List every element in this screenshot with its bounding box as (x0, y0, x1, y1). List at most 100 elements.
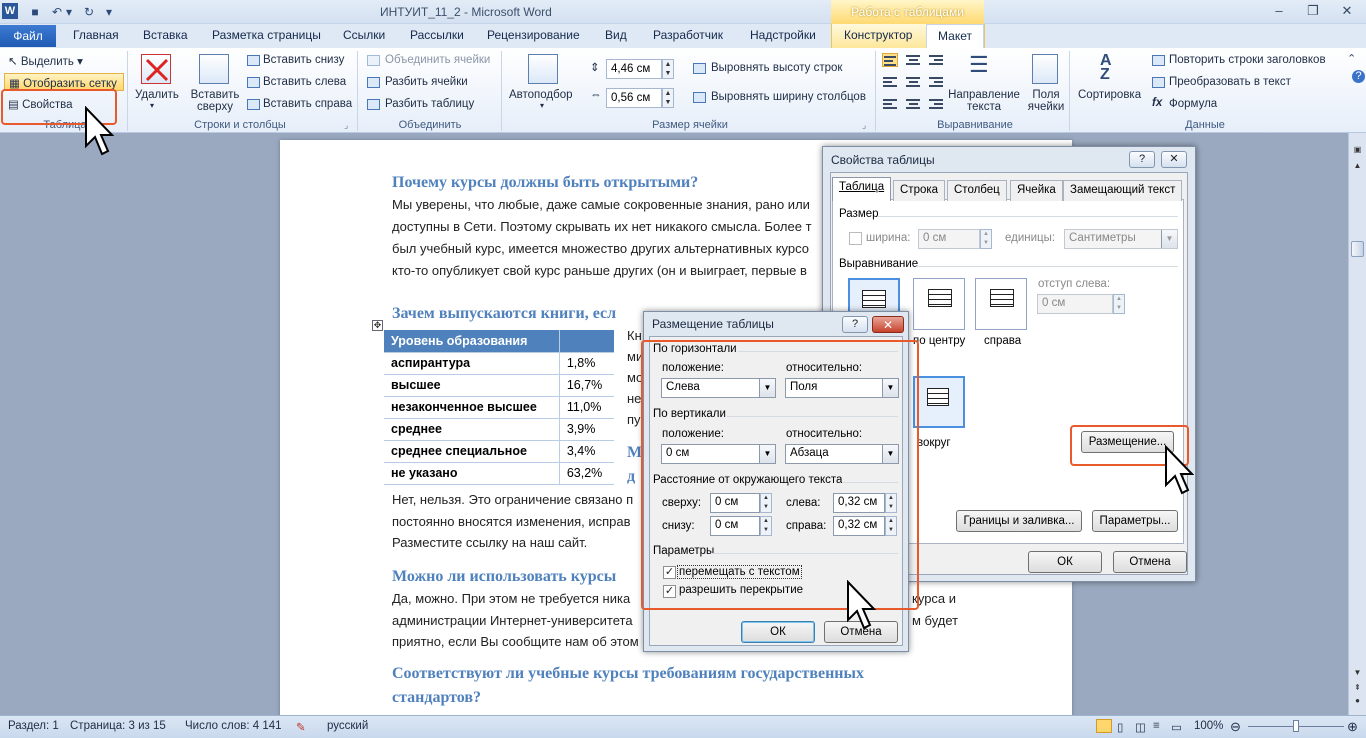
word-app-icon[interactable]: W (2, 3, 18, 19)
indent-spinner[interactable]: ▲ ▼ (1113, 294, 1125, 314)
zoom-out-icon[interactable]: ⊖ (1230, 719, 1241, 735)
col-width-input[interactable]: 0,56 см (606, 88, 662, 108)
align-center-option-icon[interactable] (913, 278, 965, 330)
sort-button[interactable]: Сортировка (1078, 89, 1141, 101)
status-page[interactable]: Страница: 3 из 15 (70, 720, 166, 732)
width-checkbox[interactable] (849, 232, 862, 245)
customize-qat-icon[interactable]: ▾ (102, 3, 116, 21)
align-bottom-left-icon[interactable] (882, 97, 898, 111)
text-direction-button[interactable]: Направление текста (948, 89, 1020, 113)
delete-table-icon[interactable] (141, 54, 171, 84)
insert-left-button[interactable]: Вставить слева (263, 76, 346, 88)
print-layout-icon[interactable] (1096, 719, 1112, 733)
zoom-in-icon[interactable]: ⊕ (1347, 719, 1358, 735)
rows-cols-launcher-icon[interactable]: ⌟ (344, 120, 348, 131)
dialog-close-button[interactable]: ✕ (872, 316, 904, 333)
zoom-level[interactable]: 100% (1194, 720, 1223, 732)
width-spinner[interactable]: ▲ ▼ (980, 229, 992, 249)
borders-shading-button[interactable]: Границы и заливка... (956, 510, 1082, 532)
ruler-toggle-icon[interactable]: ▣ (1352, 145, 1363, 156)
vertical-scrollbar[interactable]: ▣ ▲ ▼ ⇞ ● (1348, 133, 1366, 715)
tab-addins[interactable]: Надстройки (750, 28, 816, 42)
align-middle-left-icon[interactable] (882, 75, 898, 89)
col-width-spinner[interactable]: ▲ ▼ (662, 88, 674, 108)
web-layout-icon[interactable]: ◫ (1135, 720, 1146, 734)
align-bottom-center-icon[interactable] (905, 97, 921, 111)
distribute-rows-button[interactable]: Выровнять высоту строк (711, 62, 842, 74)
insert-above-icon[interactable] (199, 54, 229, 84)
collapse-ribbon-icon[interactable]: ⌃ (1347, 52, 1356, 65)
props-ok-button[interactable]: ОК (1028, 551, 1102, 573)
tab-home[interactable]: Главная (73, 28, 119, 42)
align-bottom-right-icon[interactable] (928, 97, 944, 111)
dialog-help-button[interactable]: ? (1129, 151, 1155, 168)
zoom-slider-thumb[interactable] (1293, 720, 1299, 732)
tab-page-layout[interactable]: Разметка страницы (212, 28, 321, 42)
save-icon[interactable]: ■ (26, 3, 44, 21)
table-move-handle-icon[interactable]: ✥ (372, 320, 383, 331)
tab-cell[interactable]: Ячейка (1010, 180, 1063, 201)
tab-design[interactable]: Конструктор (844, 28, 912, 42)
merge-cells-button[interactable]: Объединить ячейки (385, 54, 490, 66)
outline-view-icon[interactable]: ≡ (1153, 720, 1160, 732)
autofit-icon[interactable] (528, 54, 558, 84)
reading-layout-icon[interactable]: ▯ (1117, 720, 1123, 734)
draft-view-icon[interactable]: ▭ (1171, 720, 1182, 734)
prev-page-icon[interactable]: ⇞ (1352, 683, 1363, 692)
props-cancel-button[interactable]: Отмена (1113, 551, 1187, 573)
undo-dropdown-icon[interactable]: ▾ (64, 3, 74, 21)
tab-review[interactable]: Рецензирование (487, 28, 580, 42)
redo-icon[interactable]: ↻ (80, 3, 98, 21)
tab-column[interactable]: Столбец (947, 180, 1007, 201)
education-table[interactable]: Уровень образования аспирантура 1,8% высш… (384, 330, 614, 485)
restore-icon[interactable]: ❐ (1300, 2, 1326, 20)
tab-view[interactable]: Вид (605, 28, 627, 42)
cell-margins-button[interactable]: Поля ячейки (1024, 89, 1068, 113)
scroll-thumb[interactable] (1351, 241, 1364, 257)
cell-margins-icon[interactable] (1032, 54, 1058, 84)
options-button[interactable]: Параметры... (1092, 510, 1178, 532)
units-select[interactable]: Сантиметры ▼ (1064, 229, 1178, 249)
scroll-up-icon[interactable]: ▲ (1352, 161, 1363, 170)
formula-button[interactable]: Формула (1169, 98, 1217, 110)
autofit-button[interactable]: Автоподбор (509, 89, 573, 101)
minimize-icon[interactable]: – (1266, 2, 1292, 20)
align-top-right-icon[interactable] (928, 53, 944, 67)
tab-mailings[interactable]: Рассылки (410, 28, 464, 42)
select-button[interactable]: ↖ Выделить ▾ (8, 54, 83, 68)
status-section[interactable]: Раздел: 1 (8, 720, 59, 732)
scroll-down-icon[interactable]: ▼ (1352, 668, 1363, 677)
align-top-center-icon[interactable] (905, 53, 921, 67)
indent-input[interactable]: 0 см (1037, 294, 1113, 314)
align-middle-center-icon[interactable] (905, 75, 921, 89)
split-table-button[interactable]: Разбить таблицу (385, 98, 474, 110)
insert-right-button[interactable]: Вставить справа (263, 98, 352, 110)
tab-insert[interactable]: Вставка (143, 28, 188, 42)
split-cells-button[interactable]: Разбить ячейки (385, 76, 468, 88)
convert-text-button[interactable]: Преобразовать в текст (1169, 76, 1291, 88)
tab-alt-text[interactable]: Замещающий текст (1063, 180, 1183, 201)
place-ok-button[interactable]: ОК (741, 621, 815, 643)
align-right-option-icon[interactable] (975, 278, 1027, 330)
width-input[interactable]: 0 см (918, 229, 980, 249)
dialog-help-button[interactable]: ? (842, 316, 868, 333)
row-height-spinner[interactable]: ▲ ▼ (662, 59, 674, 79)
tab-row[interactable]: Строка (893, 180, 946, 201)
repeat-header-button[interactable]: Повторить строки заголовков (1169, 54, 1326, 66)
align-middle-right-icon[interactable] (928, 75, 944, 89)
proofing-icon[interactable]: ✎ (296, 720, 306, 734)
row-height-input[interactable]: 4,46 см (606, 59, 662, 79)
tab-layout[interactable]: Макет (926, 24, 984, 48)
insert-above-button[interactable]: Вставить сверху (190, 89, 240, 113)
status-language[interactable]: русский (327, 720, 368, 732)
close-window-icon[interactable]: ✕ (1334, 2, 1360, 20)
tab-references[interactable]: Ссылки (343, 28, 385, 42)
distribute-cols-button[interactable]: Выровнять ширину столбцов (711, 91, 866, 103)
insert-below-button[interactable]: Вставить снизу (263, 54, 344, 66)
align-top-left-icon[interactable] (882, 53, 898, 67)
cell-size-launcher-icon[interactable]: ⌟ (862, 120, 866, 131)
browse-object-icon[interactable]: ● (1352, 696, 1363, 705)
delete-button[interactable]: Удалить (135, 89, 179, 101)
wrap-around-option-icon[interactable] (913, 376, 965, 428)
status-words[interactable]: Число слов: 4 141 (185, 720, 282, 732)
